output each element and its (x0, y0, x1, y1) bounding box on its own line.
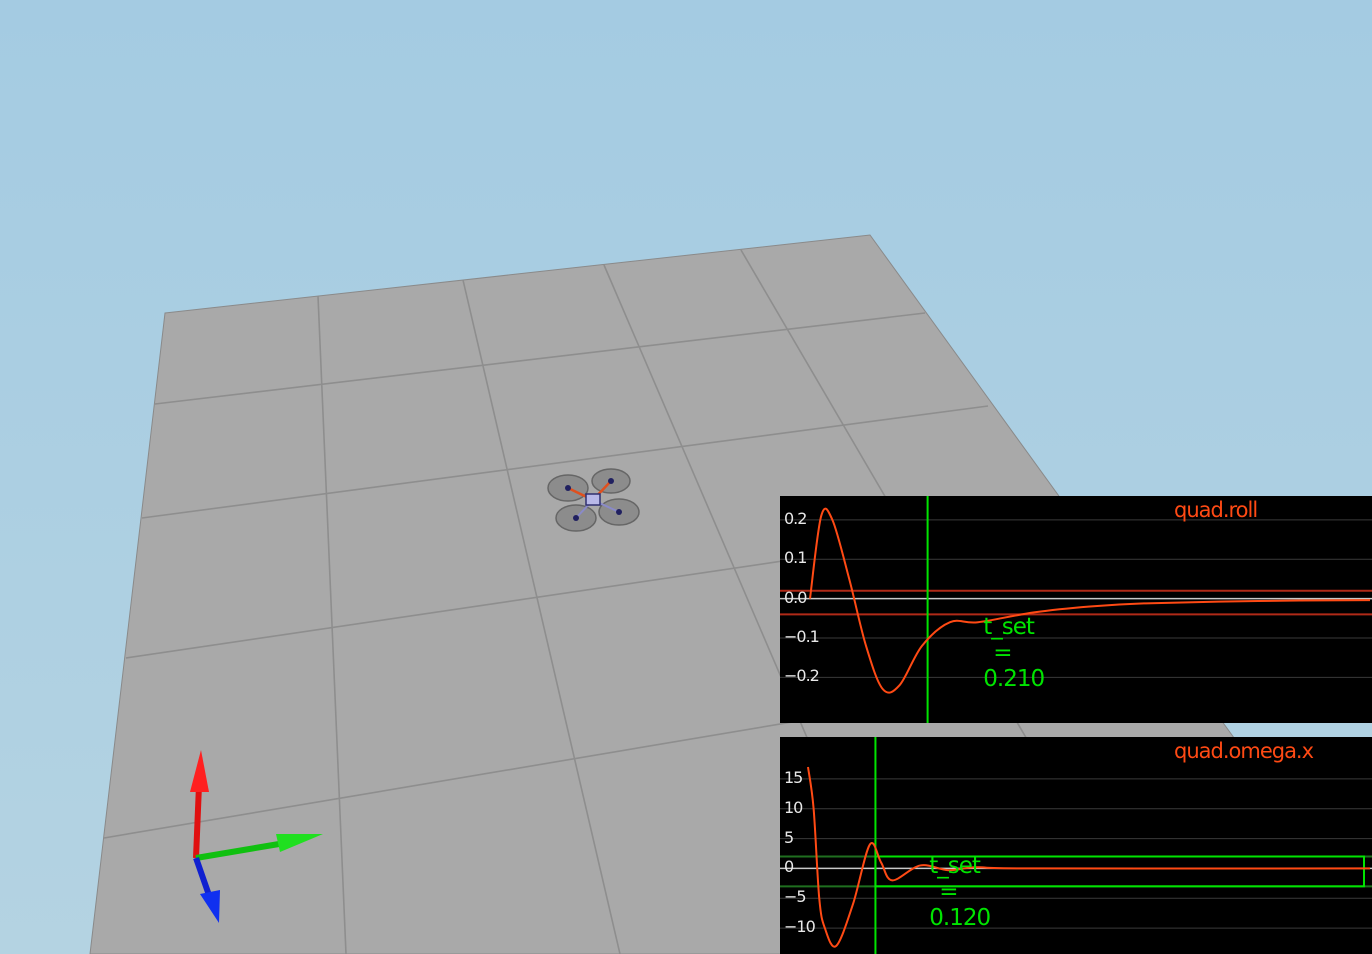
roll-settle-value: 0.210 (983, 666, 1045, 692)
omega-x-plot[interactable]: quad.omega.x t_set = 0.120 15 10 5 0 −5 −10 (780, 737, 1372, 954)
series-line-quad.roll (809, 507, 1371, 694)
quadrotor[interactable] (547, 468, 640, 532)
y-tick-label: −5 (784, 887, 807, 907)
roll-settle-equals: = (993, 640, 1012, 666)
roll-settle-label: t_set (983, 614, 1035, 640)
y-tick-label: −10 (784, 917, 816, 937)
omega-settle-label: t_set (929, 853, 981, 879)
y-tick-label: −0.1 (784, 626, 820, 646)
y-tick-label: −0.2 (784, 666, 820, 686)
omega-x-plot-canvas (780, 737, 1372, 954)
roll-plot-title: quad.roll (1174, 498, 1258, 522)
y-tick-label: 0.2 (784, 508, 807, 528)
omega-settle-value: 0.120 (929, 905, 991, 931)
omega-x-plot-title: quad.omega.x (1174, 739, 1314, 763)
roll-plot-canvas (780, 496, 1372, 723)
y-tick-label: 10 (784, 797, 803, 817)
omega-settle-equals: = (939, 879, 958, 905)
y-tick-label: 0 (784, 857, 794, 877)
omega-settle-annotation: t_set = 0.120 (904, 827, 991, 954)
y-tick-label: 5 (784, 827, 794, 847)
y-tick-label: 0.1 (784, 548, 807, 568)
y-tick-label: 15 (784, 767, 803, 787)
roll-plot[interactable]: quad.roll t_set = 0.210 0.2 0.1 0.0 −0.1 −0.… (780, 496, 1372, 723)
roll-settle-annotation: t_set = 0.210 (958, 588, 1045, 718)
y-tick-label: 0.0 (784, 587, 807, 607)
